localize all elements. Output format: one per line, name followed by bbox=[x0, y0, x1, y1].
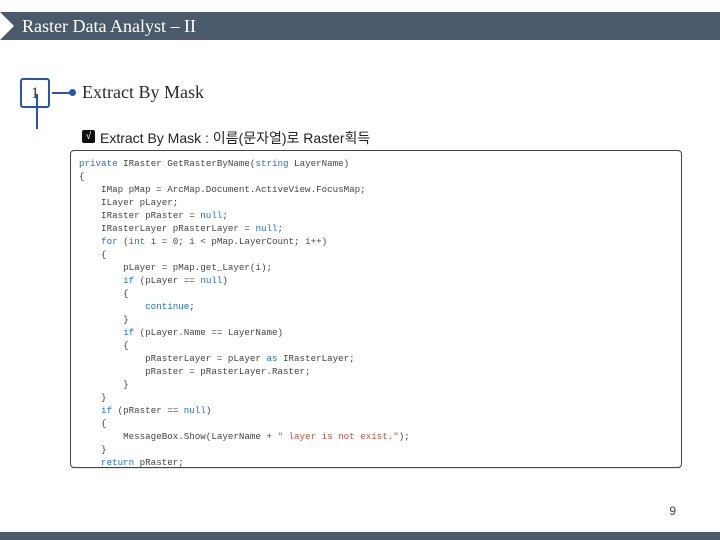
connector-line bbox=[52, 92, 70, 94]
check-bullet-icon: √ bbox=[82, 130, 95, 143]
slide: Raster Data Analyst – II 1 Extract By Ma… bbox=[0, 0, 720, 540]
step-number-box: 1 bbox=[20, 78, 50, 108]
connector-vline bbox=[36, 94, 38, 129]
footer-bar bbox=[0, 532, 720, 540]
page-title: Raster Data Analyst – II bbox=[22, 12, 196, 40]
code-block: private IRaster GetRasterByName(string L… bbox=[79, 157, 673, 468]
subhead-text: Extract By Mask : 이름(문자열)로 Raster획득 bbox=[100, 128, 370, 148]
connector-dot-icon bbox=[69, 89, 76, 96]
header-chevron-icon bbox=[0, 12, 14, 40]
page-number: 9 bbox=[669, 504, 676, 518]
code-panel: private IRaster GetRasterByName(string L… bbox=[70, 150, 682, 468]
section-title: Extract By Mask bbox=[82, 82, 204, 103]
